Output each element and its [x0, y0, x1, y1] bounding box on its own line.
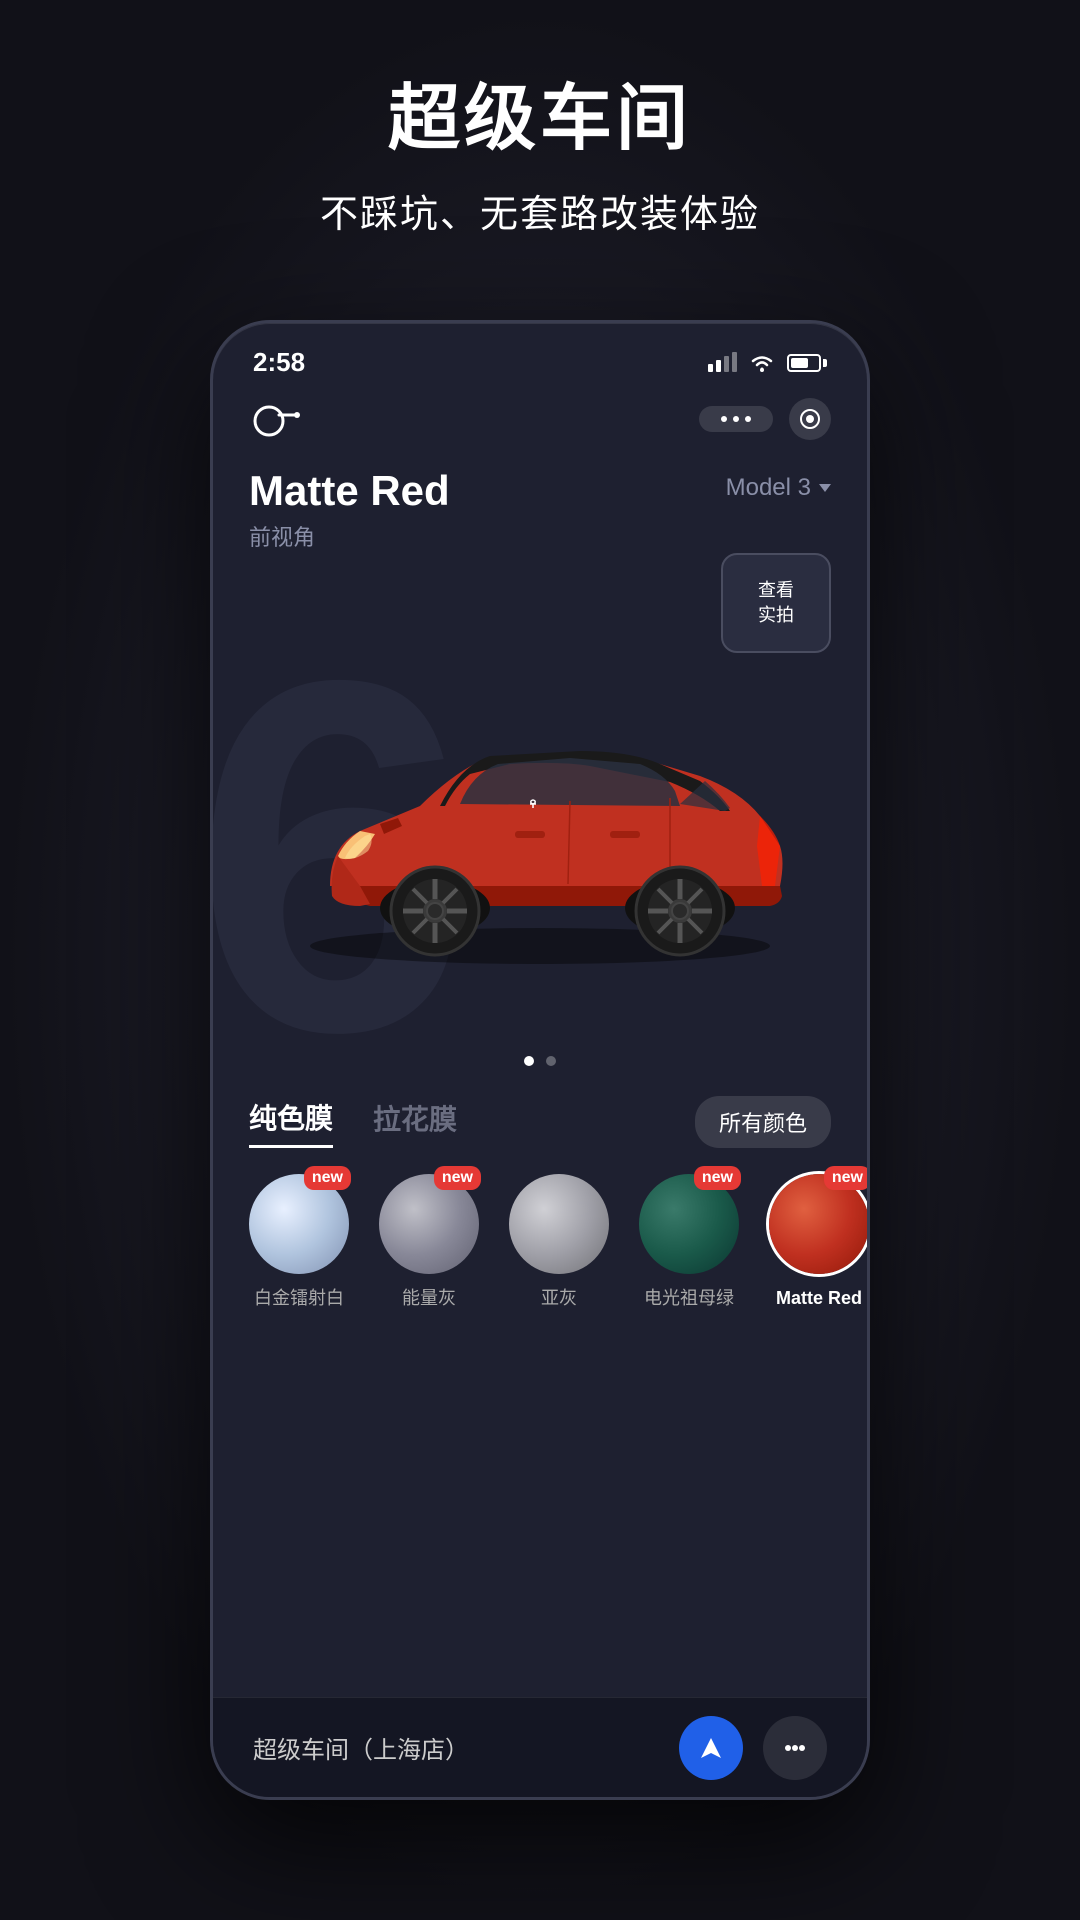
- new-badge-matte-red: new: [824, 1166, 867, 1190]
- page-header: 超级车间 不踩坑、无套路改装体验: [0, 80, 1080, 238]
- new-badge-platinum: new: [304, 1166, 351, 1190]
- car-info: Matte Red 前视角 Model 3: [213, 456, 867, 556]
- car-color-name: Matte Red: [249, 466, 450, 516]
- preview-text-line2: 实拍: [758, 603, 794, 628]
- bottom-bar: 超级车间（上海店）: [213, 1697, 867, 1797]
- swatch-label-green: 电光祖母绿: [644, 1286, 734, 1311]
- navigate-icon: [696, 1733, 726, 1763]
- status-icons: [708, 353, 827, 373]
- nav-actions: [699, 398, 831, 440]
- carousel-dot-1[interactable]: [524, 1056, 534, 1066]
- swatch-platinum[interactable]: new 白金镭射白: [249, 1174, 349, 1311]
- swatch-green[interactable]: new 电光祖母绿: [639, 1174, 739, 1311]
- shop-label[interactable]: 超级车间（上海店）: [253, 1730, 469, 1765]
- page-title: 超级车间: [0, 80, 1080, 159]
- battery-icon: [787, 354, 827, 372]
- carousel-dot-2[interactable]: [546, 1056, 556, 1066]
- preview-thumbnail[interactable]: 查看 实拍: [721, 553, 831, 653]
- navigate-button[interactable]: [679, 1716, 743, 1780]
- model-chevron-icon: [819, 484, 831, 492]
- signal-icon: [708, 354, 737, 372]
- phone-frame: 2:58: [210, 320, 870, 1800]
- more-button[interactable]: [699, 406, 773, 432]
- more-options-button[interactable]: [763, 1716, 827, 1780]
- app-logo[interactable]: [249, 399, 309, 439]
- car-angle: 前视角: [249, 520, 450, 552]
- new-badge-green: new: [694, 1166, 741, 1190]
- swatch-energy-gray[interactable]: new 能量灰: [379, 1174, 479, 1311]
- new-badge-energy-gray: new: [434, 1166, 481, 1190]
- record-button[interactable]: [789, 398, 831, 440]
- color-swatches: new 白金镭射白 new 能量灰 亚灰: [213, 1164, 867, 1341]
- page-subtitle: 不踩坑、无套路改装体验: [0, 183, 1080, 238]
- dots-icon: [780, 1733, 810, 1763]
- status-bar: 2:58: [213, 323, 867, 388]
- bottom-nav-icons: [679, 1716, 827, 1780]
- top-nav: [213, 388, 867, 456]
- model-name: Model 3: [726, 474, 811, 502]
- wifi-icon: [749, 353, 775, 373]
- swatch-label-platinum: 白金镭射白: [254, 1286, 344, 1311]
- swatch-label-energy-gray: 能量灰: [402, 1286, 456, 1311]
- status-time: 2:58: [253, 347, 305, 378]
- car-image: [250, 646, 830, 966]
- swatch-sub-gray[interactable]: 亚灰: [509, 1174, 609, 1311]
- phone-mockup: 2:58: [210, 320, 870, 1800]
- swatch-label-matte-red: Matte Red: [776, 1286, 862, 1311]
- swatch-matte-red[interactable]: new Matte Red: [769, 1174, 867, 1311]
- swatch-label-sub-gray: 亚灰: [541, 1286, 577, 1311]
- swatch-circle-sub-gray: [509, 1174, 609, 1274]
- preview-text-line1: 查看: [758, 578, 794, 603]
- model-selector[interactable]: Model 3: [726, 474, 831, 502]
- all-colors-button[interactable]: 所有颜色: [695, 1096, 831, 1148]
